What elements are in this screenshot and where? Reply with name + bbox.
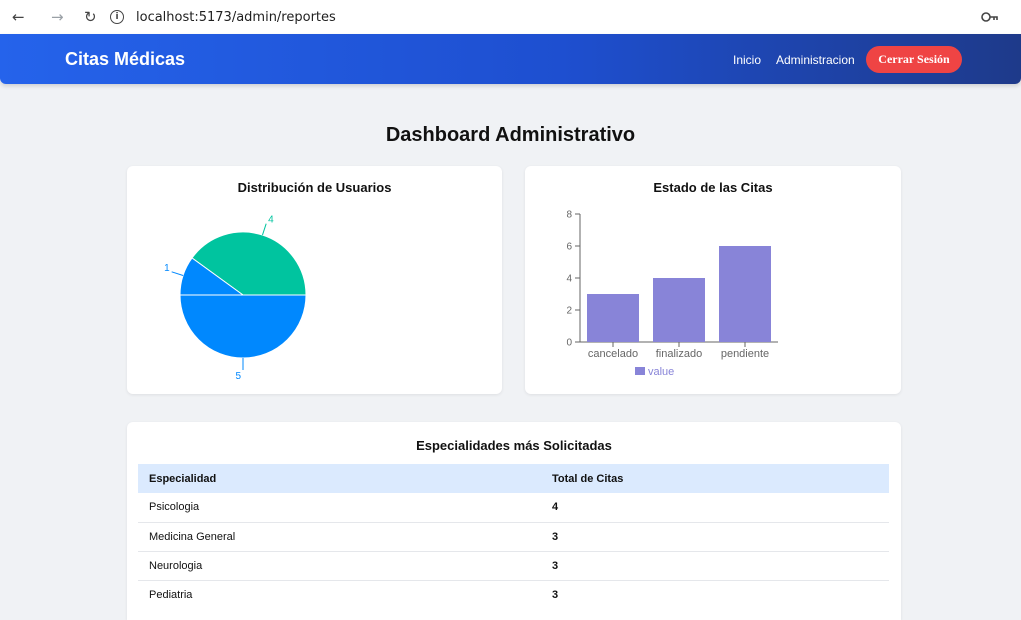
specialty-total: 3	[541, 551, 889, 581]
address-bar[interactable]: i localhost:5173/admin/reportes	[110, 7, 336, 27]
x-tick-label: finalizado	[656, 348, 702, 360]
nav-link-inicio[interactable]: Inicio	[733, 53, 761, 67]
specialty-name: Pediatria	[149, 588, 193, 601]
table-row: Pediatria 3	[138, 580, 889, 609]
browser-toolbar: ← → ↻ i localhost:5173/admin/reportes	[0, 0, 1021, 34]
table-header-row: Especialidad Total de Citas	[138, 464, 889, 493]
legend-label: value	[648, 366, 674, 378]
bar	[653, 278, 705, 342]
header-especialidad: Especialidad	[138, 464, 541, 493]
legend-swatch	[635, 367, 645, 375]
bar	[587, 294, 639, 342]
site-info-icon[interactable]: i	[110, 10, 124, 24]
nav-link-administracion[interactable]: Administracion	[776, 53, 855, 67]
y-tick-label: 6	[566, 242, 572, 253]
url-text[interactable]: localhost:5173/admin/reportes	[136, 10, 336, 25]
header-total-citas: Total de Citas	[541, 464, 889, 493]
back-arrow-icon[interactable]: ←	[12, 8, 25, 26]
x-tick-label: cancelado	[588, 348, 638, 360]
y-tick-label: 8	[566, 210, 572, 221]
bar	[719, 246, 771, 342]
pie-data-label: 1	[164, 263, 170, 274]
specialties-table: Especialidad Total de Citas Psicologia 4…	[138, 464, 889, 609]
specialty-name: Psicologia	[138, 493, 541, 523]
specialty-name: Neurologia	[138, 551, 541, 581]
pie-slice	[179, 294, 307, 359]
y-tick-label: 0	[566, 338, 572, 349]
pie-data-label: 4	[268, 215, 274, 226]
x-tick-label: pendiente	[721, 348, 769, 360]
users-pie-chart: 4 1 5	[164, 215, 307, 382]
y-tick-label: 2	[566, 306, 572, 317]
table-row: Psicologia 4	[138, 493, 889, 523]
pie-label-line	[261, 223, 267, 236]
users-distribution-card: Distribución de Usuarios 415	[127, 166, 502, 394]
specialty-total: 3	[541, 522, 889, 552]
reload-icon[interactable]: ↻	[84, 8, 97, 26]
specialties-card: Especialidades más Solicitadas Especiali…	[127, 422, 901, 620]
app-navbar: Citas Médicas Inicio Administracion Cerr…	[0, 34, 1021, 84]
citas-bar-chart: 0 2 4 6 8 cancelado finalizado pendiente value	[566, 210, 778, 378]
y-tick-label: 4	[566, 274, 572, 285]
specialties-title: Especialidades más Solicitadas	[416, 438, 612, 453]
forward-arrow-icon[interactable]: →	[51, 8, 64, 26]
specialty-total: 4	[541, 493, 889, 523]
specialty-total: 3	[552, 588, 559, 601]
pie-label-line	[171, 271, 184, 277]
pie-data-label: 5	[235, 371, 241, 382]
table-row: Medicina General 3	[138, 522, 889, 552]
password-key-icon[interactable]	[981, 10, 999, 24]
appointments-status-card: Estado de las Citas 0 2 4 6 8 cancelado finali…	[525, 166, 901, 394]
brand-title[interactable]: Citas Médicas	[65, 49, 185, 70]
table-row: Neurologia 3	[138, 551, 889, 581]
specialty-name: Medicina General	[138, 522, 541, 552]
logout-button[interactable]: Cerrar Sesión	[866, 46, 962, 73]
page-title: Dashboard Administrativo	[385, 124, 636, 146]
